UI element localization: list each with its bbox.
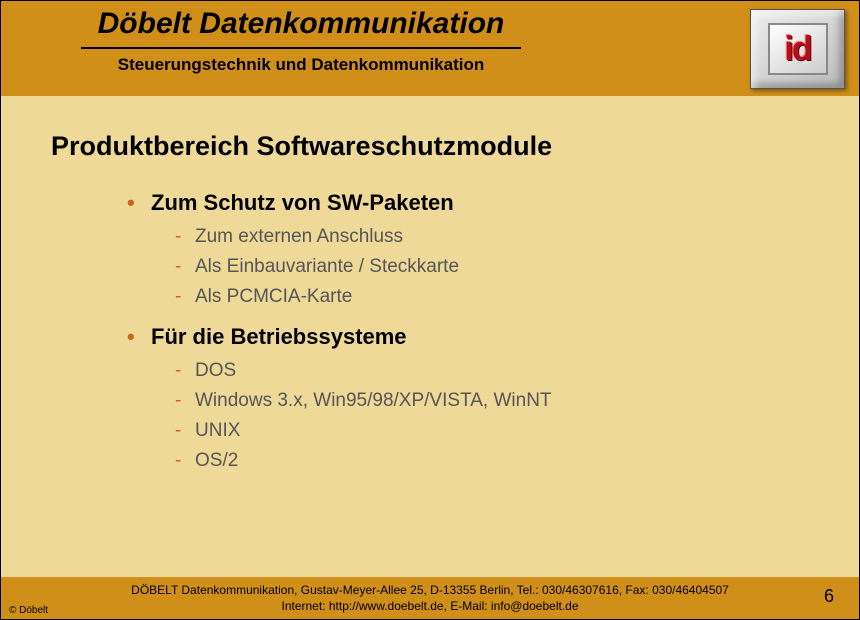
slide-content: Produktbereich Softwareschutzmodule Zum …: [1, 96, 859, 472]
list-item: UNIX: [195, 420, 809, 442]
copyright-text: © Döbelt: [9, 605, 48, 616]
company-title: Döbelt Datenkommunikation: [81, 7, 521, 49]
slide-footer: © Döbelt DÖBELT Datenkommunikation, Gust…: [1, 577, 859, 619]
footer-line1: DÖBELT Datenkommunikation, Gustav-Meyer-…: [1, 582, 859, 598]
logo-text: id: [784, 30, 810, 69]
list-item: Windows 3.x, Win95/98/XP/VISTA, WinNT: [195, 390, 809, 412]
list-item: Als PCMCIA-Karte: [195, 286, 809, 308]
logo-frame: id: [750, 9, 845, 89]
logo-inner: id: [768, 23, 828, 75]
footer-contact: DÖBELT Datenkommunikation, Gustav-Meyer-…: [1, 582, 859, 614]
slide-header: Döbelt Datenkommunikation Steuerungstech…: [1, 1, 859, 96]
list-item: Zum externen Anschluss: [195, 226, 809, 248]
list-item: DOS: [195, 360, 809, 382]
content-title: Produktbereich Softwareschutzmodule: [51, 131, 809, 162]
company-subtitle: Steuerungstechnik und Datenkommunikation: [81, 55, 521, 75]
list-item: OS/2: [195, 450, 809, 472]
header-text-block: Döbelt Datenkommunikation Steuerungstech…: [1, 1, 859, 75]
page-number: 6: [824, 586, 834, 607]
section-heading: Zum Schutz von SW-Paketen: [151, 190, 809, 216]
footer-line2: Internet: http://www.doebelt.de, E-Mail:…: [1, 598, 859, 614]
list-item: Als Einbauvariante / Steckkarte: [195, 256, 809, 278]
bullet-container: Zum Schutz von SW-Paketen Zum externen A…: [51, 190, 809, 472]
section-heading: Für die Betriebssysteme: [151, 324, 809, 350]
